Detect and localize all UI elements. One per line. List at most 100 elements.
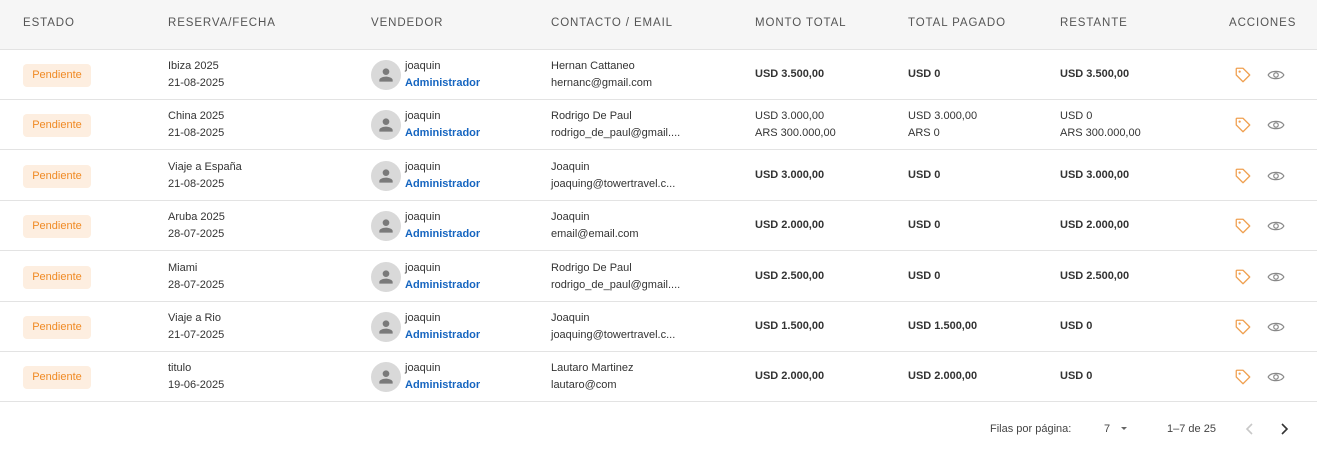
- vendedor-cell: joaquin Administrador: [405, 58, 480, 92]
- monto-value: USD 3.500,00: [755, 68, 825, 80]
- view-button[interactable]: [1266, 167, 1286, 185]
- person-icon: [379, 68, 393, 82]
- vendedor-name: joaquin: [405, 60, 441, 72]
- tag-icon: [1235, 369, 1251, 385]
- eye-icon: [1267, 372, 1285, 382]
- pagado-cell: USD 0: [908, 268, 940, 285]
- reservations-table: ESTADO RESERVA/FECHA VENDEDOR CONTACTO /…: [0, 0, 1317, 403]
- person-icon: [379, 118, 393, 132]
- rows-per-page-value: 7: [1104, 423, 1111, 435]
- person-icon: [379, 169, 393, 183]
- monto-value: USD 2.000,00: [755, 370, 825, 382]
- vendedor-role: Administrador: [405, 127, 481, 139]
- table-row[interactable]: Pendiente Aruba 2025 28-07-2025 joaquin …: [0, 201, 1317, 251]
- vendedor-role: Administrador: [405, 178, 481, 190]
- contacto-name: Joaquin: [551, 211, 590, 223]
- rows-per-page-select[interactable]: 7: [1098, 417, 1134, 439]
- status-badge: Pendiente: [23, 366, 91, 389]
- table-pagination: Filas por página: 7 1–7 de 25: [0, 403, 1317, 454]
- table-row[interactable]: Pendiente Ibiza 2025 21-08-2025 joaquin …: [0, 50, 1317, 100]
- restante-cell: USD 2.500,00: [1060, 268, 1129, 285]
- pagado-value: USD 2.000,00: [908, 370, 978, 382]
- avatar: [371, 110, 401, 140]
- price-tag-button[interactable]: [1234, 217, 1252, 235]
- contacto-cell: Rodrigo De Paul rodrigo_de_paul@gmail...…: [551, 260, 680, 294]
- reserva-cell: Viaje a Rio 21-07-2025: [168, 310, 224, 344]
- vendedor-cell: joaquin Administrador: [405, 108, 480, 142]
- table-row[interactable]: Pendiente Miami 28-07-2025 joaquin Admin…: [0, 252, 1317, 302]
- col-header-estado[interactable]: ESTADO: [23, 17, 75, 29]
- restante-value: ARS 300.000,00: [1060, 127, 1141, 139]
- price-tag-button[interactable]: [1234, 368, 1252, 386]
- pagado-cell: USD 0: [908, 167, 940, 184]
- reserva-title: Ibiza 2025: [168, 60, 219, 72]
- vendedor-cell: joaquin Administrador: [405, 159, 480, 193]
- table-row[interactable]: Pendiente Viaje a Rio 21-07-2025 joaquin…: [0, 302, 1317, 352]
- monto-value: USD 3.000,00: [755, 110, 825, 122]
- tag-icon: [1235, 168, 1251, 184]
- tag-icon: [1235, 218, 1251, 234]
- eye-icon: [1267, 120, 1285, 130]
- restante-cell: USD 0: [1060, 368, 1092, 385]
- vendedor-role: Administrador: [405, 77, 481, 89]
- pagado-value: USD 0: [908, 219, 941, 231]
- reserva-title: Miami: [168, 262, 198, 274]
- status-badge: Pendiente: [23, 64, 91, 87]
- table-header: ESTADO RESERVA/FECHA VENDEDOR CONTACTO /…: [0, 0, 1317, 50]
- reserva-date: 21-07-2025: [168, 329, 225, 341]
- avatar: [371, 312, 401, 342]
- col-header-restante[interactable]: RESTANTE: [1060, 17, 1128, 29]
- monto-cell: USD 2.000,00: [755, 368, 824, 385]
- vendedor-role: Administrador: [405, 379, 481, 391]
- col-header-monto[interactable]: MONTO TOTAL: [755, 17, 846, 29]
- vendedor-role: Administrador: [405, 279, 481, 291]
- restante-value: USD 3.000,00: [1060, 169, 1130, 181]
- avatar: [371, 362, 401, 392]
- table-row[interactable]: Pendiente China 2025 21-08-2025 joaquin …: [0, 100, 1317, 150]
- view-button[interactable]: [1266, 368, 1286, 386]
- col-header-pagado[interactable]: TOTAL PAGADO: [908, 17, 1006, 29]
- status-badge: Pendiente: [23, 266, 91, 289]
- table-row[interactable]: Pendiente Viaje a España 21-08-2025 joaq…: [0, 151, 1317, 201]
- eye-icon: [1267, 322, 1285, 332]
- person-icon: [379, 219, 393, 233]
- col-header-contacto[interactable]: CONTACTO / EMAIL: [551, 17, 673, 29]
- contacto-cell: Hernan Cattaneo hernanc@gmail.com: [551, 58, 652, 92]
- view-button[interactable]: [1266, 116, 1286, 134]
- contacto-cell: Joaquin joaquing@towertravel.c...: [551, 159, 675, 193]
- contacto-name: Joaquin: [551, 161, 590, 173]
- col-header-acciones: ACCIONES: [1229, 17, 1297, 29]
- price-tag-button[interactable]: [1234, 66, 1252, 84]
- price-tag-button[interactable]: [1234, 268, 1252, 286]
- contacto-name: Hernan Cattaneo: [551, 60, 635, 72]
- eye-icon: [1267, 70, 1285, 80]
- avatar: [371, 211, 401, 241]
- pagado-value: USD 0: [908, 169, 941, 181]
- view-button[interactable]: [1266, 318, 1286, 336]
- col-header-reserva[interactable]: RESERVA/FECHA: [168, 17, 276, 29]
- pagado-value: USD 0: [908, 68, 941, 80]
- table-row[interactable]: Pendiente titulo 19-06-2025 joaquin Admi…: [0, 352, 1317, 402]
- view-button[interactable]: [1266, 268, 1286, 286]
- tag-icon: [1235, 67, 1251, 83]
- view-button[interactable]: [1266, 217, 1286, 235]
- col-header-vendedor[interactable]: VENDEDOR: [371, 17, 443, 29]
- vendedor-cell: joaquin Administrador: [405, 209, 480, 243]
- price-tag-button[interactable]: [1234, 167, 1252, 185]
- vendedor-name: joaquin: [405, 262, 441, 274]
- price-tag-button[interactable]: [1234, 116, 1252, 134]
- vendedor-role: Administrador: [405, 228, 481, 240]
- status-badge: Pendiente: [23, 114, 91, 137]
- prev-page-button[interactable]: [1240, 419, 1260, 439]
- view-button[interactable]: [1266, 66, 1286, 84]
- restante-cell: USD 0: [1060, 318, 1092, 335]
- price-tag-button[interactable]: [1234, 318, 1252, 336]
- pagado-cell: USD 3.000,00 ARS 0: [908, 108, 977, 142]
- chevron-left-icon: [1245, 423, 1253, 435]
- next-page-button[interactable]: [1274, 419, 1294, 439]
- restante-cell: USD 0 ARS 300.000,00: [1060, 108, 1141, 142]
- reserva-date: 21-08-2025: [168, 127, 225, 139]
- tag-icon: [1235, 117, 1251, 133]
- vendedor-name: joaquin: [405, 110, 441, 122]
- vendedor-name: joaquin: [405, 312, 441, 324]
